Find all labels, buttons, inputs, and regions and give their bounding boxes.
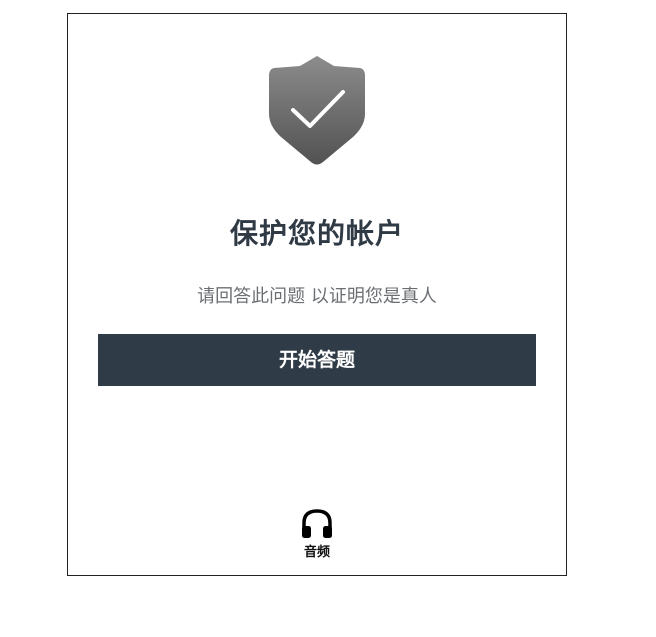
verification-card: 保护您的帐户 请回答此问题 以证明您是真人 开始答题 音频 <box>67 13 567 576</box>
instruction-text: 请回答此问题 以证明您是真人 <box>197 286 437 307</box>
start-challenge-button[interactable]: 开始答题 <box>98 334 536 386</box>
shield-check-icon <box>268 54 366 166</box>
audio-label: 音频 <box>303 545 330 560</box>
headphones-icon <box>302 509 332 538</box>
page-title: 保护您的帐户 <box>229 217 404 250</box>
audio-challenge-button[interactable]: 音频 <box>282 507 352 565</box>
